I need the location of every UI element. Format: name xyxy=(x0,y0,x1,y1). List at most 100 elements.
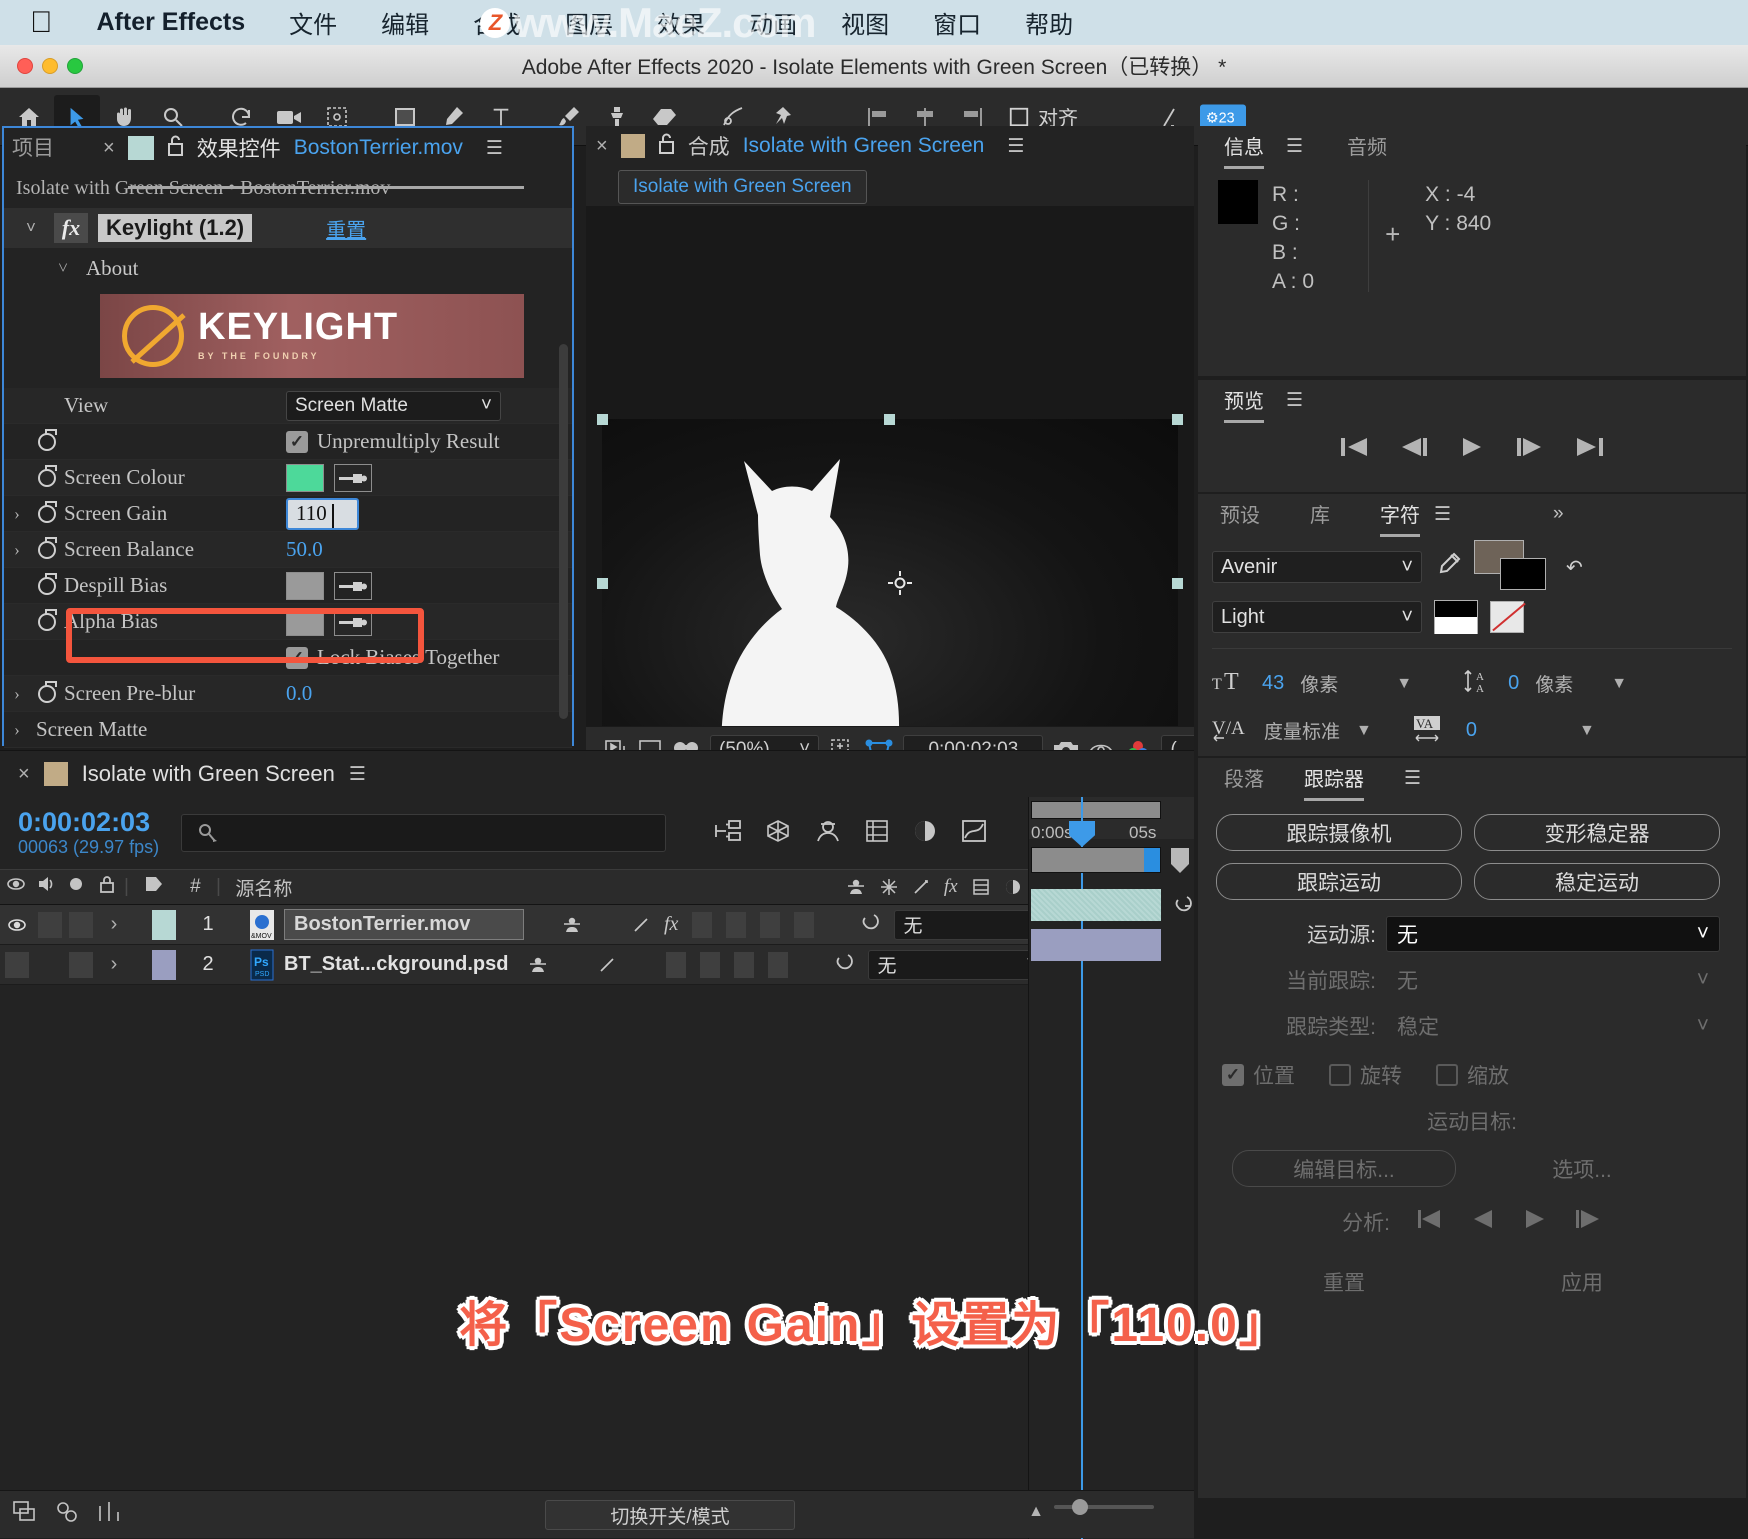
shy-toggle[interactable] xyxy=(562,916,582,934)
frame-blend-toggle[interactable] xyxy=(666,951,687,978)
layer-bar-2[interactable] xyxy=(1031,929,1161,961)
video-toggle[interactable] xyxy=(0,916,34,934)
expand-layer-chevron-icon[interactable]: › xyxy=(111,913,118,936)
timeline-zoom-slider[interactable] xyxy=(1054,1499,1154,1515)
chevron-down-icon[interactable]: ˅ xyxy=(18,218,44,238)
chevron-down-icon[interactable]: ▼ xyxy=(1396,675,1412,693)
apply-button[interactable]: 应用 xyxy=(1470,1263,1694,1300)
table-row[interactable]: › 2 Ps PSD BT_Stat...ckground.psd 无 ˅ xyxy=(0,945,1194,985)
panel-menu-icon[interactable]: ☰ xyxy=(1007,135,1024,158)
layer-pickwhip-icon[interactable] xyxy=(1167,893,1193,922)
track-motion-button[interactable]: 跟踪运动 xyxy=(1216,863,1462,900)
despill-bias-swatch[interactable] xyxy=(286,571,324,600)
tab-paragraph[interactable]: 段落 xyxy=(1224,763,1264,794)
about-section-header[interactable]: ˅ About xyxy=(4,248,572,288)
hide-shy-layers-icon[interactable] xyxy=(814,818,842,849)
selection-handle[interactable] xyxy=(884,414,895,425)
tab-character[interactable]: 字符 xyxy=(1380,499,1420,537)
chevron-down-icon[interactable]: ▼ xyxy=(1356,722,1372,740)
chevron-down-icon[interactable]: ˅ xyxy=(50,258,76,278)
font-size-value[interactable]: 43 xyxy=(1262,672,1284,695)
tab-info[interactable]: 信息 xyxy=(1224,131,1264,169)
panel-menu-icon[interactable]: ☰ xyxy=(1286,389,1303,412)
screen-balance-value[interactable]: 50.0 xyxy=(286,537,323,562)
kerning-value[interactable]: 度量标准 xyxy=(1264,717,1340,744)
unpremultiply-checkbox[interactable]: ✓ xyxy=(286,430,308,453)
lock-biases-checkbox[interactable]: ✓ xyxy=(286,646,308,669)
zoom-collapse-icon[interactable]: ▲ xyxy=(1028,1503,1044,1521)
current-track-select[interactable]: 无 ˅ xyxy=(1386,962,1720,998)
rotation-checkbox-wrap[interactable]: 旋转 xyxy=(1329,1060,1402,1090)
motion-blur-toggle[interactable] xyxy=(726,911,747,938)
effect-header-row[interactable]: ˅ fx Keylight (1.2) 重置 xyxy=(4,208,572,248)
timeline-track-area[interactable]: 0:00s 05s xyxy=(1028,797,1194,1539)
tab-effect-controls[interactable]: 效果控件 xyxy=(197,133,281,163)
menu-item-view[interactable]: 视图 xyxy=(841,5,889,40)
switch-modes-button[interactable]: 切换开关/模式 xyxy=(545,1500,795,1530)
edit-target-button[interactable]: 编辑目标... xyxy=(1232,1150,1456,1187)
stabilize-motion-button[interactable]: 稳定运动 xyxy=(1474,863,1720,900)
parent-pickwhip-icon[interactable] xyxy=(856,911,880,939)
comp-view-tab[interactable]: Isolate with Green Screen xyxy=(618,170,867,204)
parent-select[interactable]: 无 ˅ xyxy=(868,949,1047,980)
motion-blur-icon[interactable] xyxy=(912,818,938,849)
3d-layer-toggle[interactable] xyxy=(768,951,789,978)
adjustment-toggle[interactable] xyxy=(760,911,781,938)
swap-colors-icon[interactable]: ↶ xyxy=(1566,555,1583,580)
tab-presets[interactable]: 预设 xyxy=(1220,499,1260,530)
tab-preview[interactable]: 预览 xyxy=(1224,385,1264,423)
tab-project[interactable]: 项目 xyxy=(12,132,54,164)
black-white-swatch[interactable] xyxy=(1434,600,1478,634)
menu-item-effect[interactable]: 效果 xyxy=(657,5,705,40)
adjustment-toggle[interactable] xyxy=(734,951,755,978)
motion-source-select[interactable]: 无 ˅ xyxy=(1386,916,1720,952)
panel-menu-icon[interactable]: ☰ xyxy=(1286,135,1303,158)
go-to-start-icon[interactable] xyxy=(1339,436,1369,463)
work-area-bar[interactable] xyxy=(1031,801,1161,819)
chevron-down-icon[interactable]: ▼ xyxy=(1611,675,1627,693)
position-checkbox-wrap[interactable]: ✓ 位置 xyxy=(1222,1060,1295,1090)
menu-item-file[interactable]: 文件 xyxy=(289,5,337,40)
menu-item-composition[interactable]: 合成 xyxy=(473,5,521,40)
track-type-select[interactable]: 稳定 ˅ xyxy=(1386,1008,1720,1044)
no-fill-swatch[interactable] xyxy=(1490,601,1526,633)
leading-value[interactable]: 0 xyxy=(1508,672,1519,695)
tab-library[interactable]: 库 xyxy=(1310,499,1330,530)
stroke-color-swatch[interactable] xyxy=(1500,558,1546,590)
motion-blur-toggle[interactable] xyxy=(700,951,721,978)
table-row[interactable]: › 1 &MOV BostonTerrier.mov fx 无 ˅ xyxy=(0,905,1194,945)
solo-toggle[interactable] xyxy=(69,911,93,938)
screen-colour-swatch[interactable] xyxy=(286,463,324,492)
composition-mini-flowchart-icon[interactable] xyxy=(714,819,742,848)
analyze-forward-icon[interactable] xyxy=(1574,1209,1602,1235)
layer-label-color[interactable] xyxy=(152,949,176,980)
scale-checkbox[interactable] xyxy=(1436,1064,1458,1086)
toggle-switches-icon[interactable] xyxy=(54,1499,80,1530)
menu-item-animation[interactable]: 动画 xyxy=(749,5,797,40)
timeline-search-input[interactable] xyxy=(181,814,667,852)
stopwatch-icon[interactable] xyxy=(30,428,64,451)
audio-toggle[interactable] xyxy=(38,911,62,938)
timeline-ruler[interactable]: 0:00s 05s xyxy=(1029,797,1194,842)
video-toggle[interactable] xyxy=(5,951,29,978)
stopwatch-icon[interactable] xyxy=(30,680,64,703)
expand-layer-chevron-icon[interactable]: › xyxy=(111,953,118,976)
close-icon[interactable]: × xyxy=(18,763,30,786)
panel-menu-icon[interactable]: ☰ xyxy=(486,137,503,160)
reset-button[interactable]: 重置 xyxy=(1232,1263,1456,1300)
expand-panel-icon[interactable]: » xyxy=(1553,503,1564,525)
quality-toggle[interactable] xyxy=(632,916,650,934)
stopwatch-icon[interactable] xyxy=(30,572,64,595)
close-icon[interactable]: × xyxy=(103,137,115,160)
effect-reset-link[interactable]: 重置 xyxy=(326,214,366,243)
screen-gain-input[interactable]: 110 xyxy=(286,497,359,530)
stopwatch-icon[interactable] xyxy=(30,464,64,487)
layer-name[interactable]: BostonTerrier.mov xyxy=(284,909,524,940)
previous-frame-icon[interactable] xyxy=(1399,436,1429,463)
menu-item-layer[interactable]: 图层 xyxy=(565,5,613,40)
eyedropper-icon[interactable] xyxy=(334,463,372,492)
anchor-point-icon[interactable] xyxy=(888,571,912,595)
selection-handle[interactable] xyxy=(597,414,608,425)
font-family-select[interactable]: Avenir ˅ xyxy=(1212,551,1422,583)
font-style-select[interactable]: Light ˅ xyxy=(1212,601,1422,633)
